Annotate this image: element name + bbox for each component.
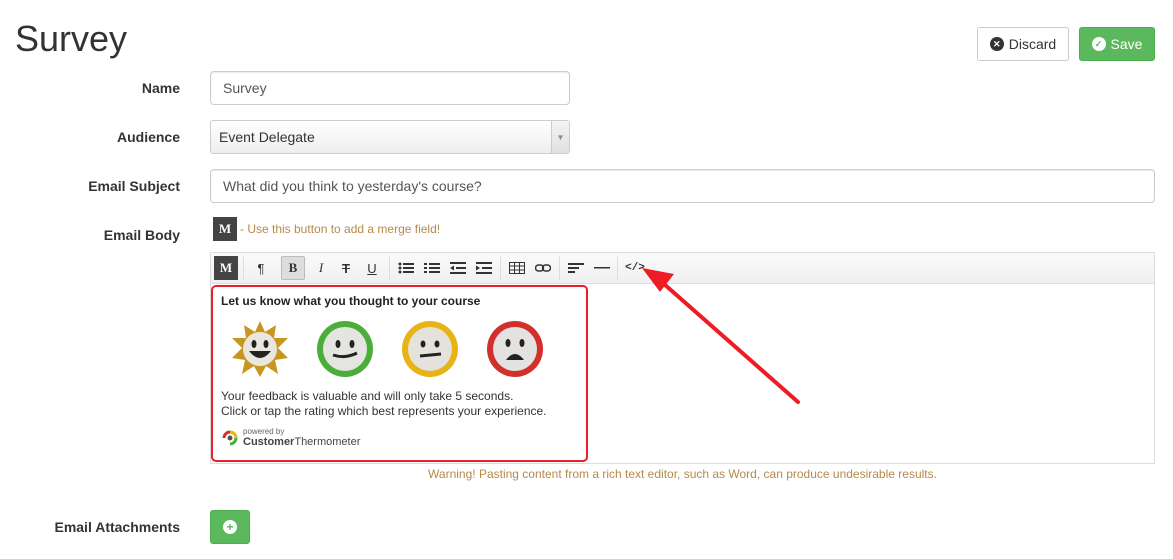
align-left-icon xyxy=(568,263,584,273)
name-label: Name xyxy=(141,80,180,96)
paste-warning: Warning! Pasting content from a rich tex… xyxy=(428,467,937,481)
bold-button[interactable]: B xyxy=(281,256,305,280)
powered-by-label: powered by xyxy=(243,427,285,436)
merge-hint: - Use this button to add a merge field! xyxy=(240,222,441,236)
outdent-icon xyxy=(450,262,466,274)
survey-line-2: Click or tap the rating which best repre… xyxy=(221,404,547,418)
page-title: Survey xyxy=(15,18,128,59)
numbered-list-button[interactable] xyxy=(420,256,444,280)
discard-label: Discard xyxy=(1008,36,1057,52)
toolbar-separator xyxy=(559,256,560,280)
paragraph-icon: ¶ xyxy=(257,260,265,276)
bullet-list-icon xyxy=(398,262,414,274)
toolbar-separator xyxy=(617,256,618,280)
subject-label: Email Subject xyxy=(88,178,180,194)
powered-by-text: powered by CustomerThermometer xyxy=(243,427,360,449)
link-button[interactable] xyxy=(531,256,555,280)
paragraph-style-button[interactable]: ¶ xyxy=(249,256,273,280)
discard-button[interactable]: ✕ Discard xyxy=(977,27,1069,61)
align-button[interactable] xyxy=(564,256,588,280)
merge-field-button[interactable]: M xyxy=(213,217,237,241)
subject-input[interactable]: What did you think to yesterday's course… xyxy=(210,169,1155,203)
powered-by-logo: powered by CustomerThermometer xyxy=(221,428,360,448)
brand-name-bold: Customer xyxy=(243,436,295,448)
toolbar-merge-button[interactable]: M xyxy=(214,256,238,280)
toolbar-separator xyxy=(500,256,501,280)
horizontal-rule-icon xyxy=(594,267,610,269)
good-rating-icon[interactable] xyxy=(316,320,374,378)
close-circle-icon: ✕ xyxy=(989,37,1004,51)
table-button[interactable] xyxy=(505,256,529,280)
editor-toolbar: M ¶ B I T U </> xyxy=(210,252,1155,283)
indent-icon xyxy=(476,262,492,274)
indent-button[interactable] xyxy=(472,256,496,280)
save-label: Save xyxy=(1110,36,1143,52)
attachments-label: Email Attachments xyxy=(54,519,180,535)
brand-name-rest: Thermometer xyxy=(294,436,361,448)
table-icon xyxy=(509,262,525,274)
italic-button[interactable]: I xyxy=(309,256,333,280)
outdent-button[interactable] xyxy=(446,256,470,280)
survey-line-1: Your feedback is valuable and will only … xyxy=(221,389,514,403)
numbered-list-icon xyxy=(424,263,440,273)
toolbar-separator xyxy=(389,256,390,280)
poor-rating-icon[interactable] xyxy=(486,320,544,378)
audience-value: Event Delegate xyxy=(219,129,315,145)
check-circle-icon: ✓ xyxy=(1091,37,1106,51)
brand-name: CustomerThermometer xyxy=(243,436,360,448)
audience-label: Audience xyxy=(116,129,180,145)
survey-heading: Let us know what you thought to your cou… xyxy=(221,294,481,308)
horizontal-rule-button[interactable] xyxy=(590,256,614,280)
body-label: Email Body xyxy=(103,227,180,243)
toolbar-separator xyxy=(243,256,244,280)
add-attachment-button[interactable]: + xyxy=(210,510,250,544)
link-icon xyxy=(535,264,551,272)
excellent-rating-icon[interactable] xyxy=(231,320,289,378)
audience-select[interactable]: Event Delegate ▼ xyxy=(210,120,570,154)
bulleted-list-button[interactable] xyxy=(394,256,418,280)
plus-circle-icon: + xyxy=(223,520,237,534)
underline-button[interactable]: U xyxy=(360,256,384,280)
dropdown-arrow-icon[interactable]: ▼ xyxy=(551,121,569,153)
average-rating-icon[interactable] xyxy=(401,320,459,378)
name-input[interactable]: Survey xyxy=(210,71,570,105)
code-view-button[interactable]: </> xyxy=(622,256,648,280)
strikethrough-button[interactable]: T xyxy=(334,256,358,280)
save-button[interactable]: ✓ Save xyxy=(1079,27,1155,61)
thermometer-logo-icon xyxy=(222,430,238,446)
